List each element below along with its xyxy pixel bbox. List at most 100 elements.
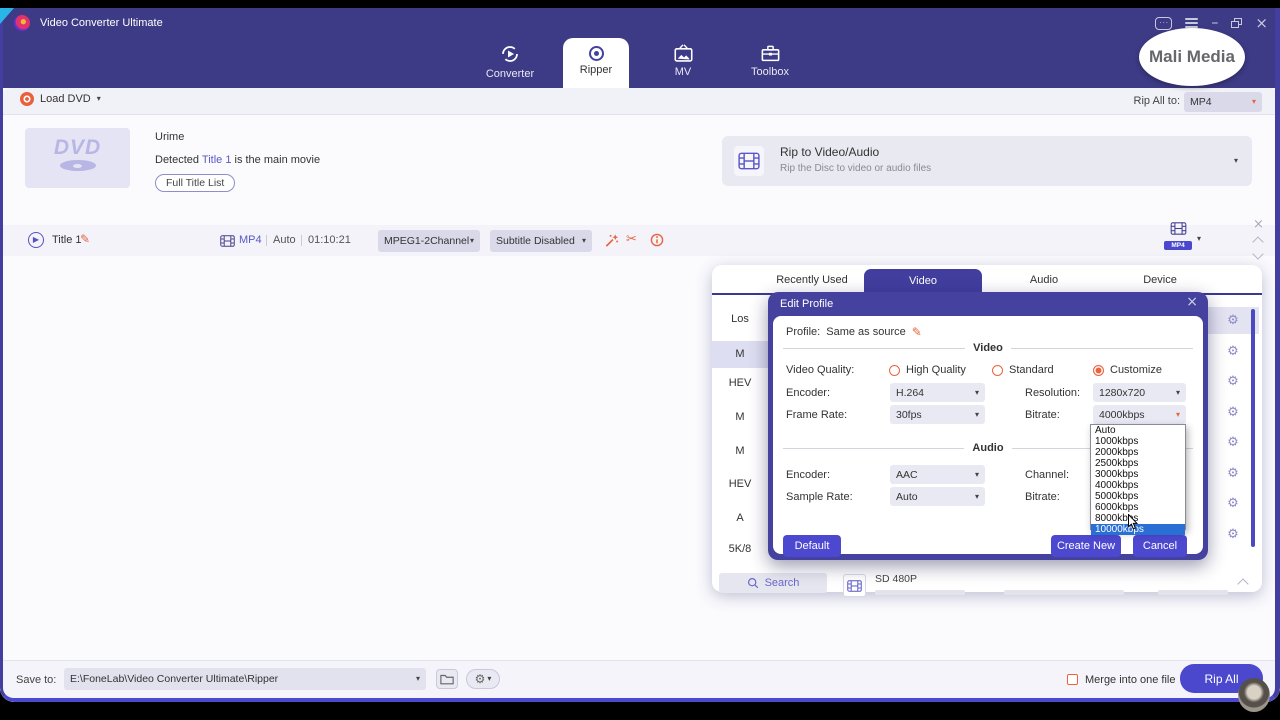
feedback-icon[interactable]: ··· — [1155, 17, 1172, 30]
tab-audio[interactable]: Audio — [1030, 274, 1058, 286]
profile-list-item[interactable]: M — [712, 348, 768, 360]
dropdown-option[interactable]: 8000kbps — [1091, 513, 1185, 524]
app-logo-icon — [14, 15, 30, 31]
visible-profile-name[interactable]: SD 480P — [875, 573, 917, 585]
profile-list-item[interactable]: A — [712, 512, 768, 524]
gear-icon[interactable]: ⚙ — [1213, 496, 1253, 511]
dropdown-option[interactable]: 2000kbps — [1091, 447, 1185, 458]
radio-high-quality-label[interactable]: High Quality — [906, 364, 966, 376]
radio-standard[interactable] — [992, 365, 1003, 376]
edit-pencil-icon[interactable]: ✎ — [80, 233, 90, 245]
cut-scissors-icon[interactable]: ✂ — [626, 233, 637, 246]
merge-checkbox[interactable] — [1067, 674, 1078, 685]
profile-list-item[interactable]: M — [712, 411, 768, 423]
resolution-select[interactable]: 1280x720▾ — [1093, 383, 1186, 402]
chevron-down-icon: ▾ — [1176, 411, 1180, 419]
restore-button[interactable] — [1231, 18, 1242, 28]
tab-converter[interactable]: Converter — [470, 42, 550, 80]
tab-ripper[interactable]: Ripper — [556, 42, 636, 76]
frame-rate-select[interactable]: 30fps▾ — [890, 405, 985, 424]
full-title-list-button[interactable]: Full Title List — [155, 174, 235, 192]
rip-all-to-label: Rip All to: — [1134, 95, 1180, 107]
profile-list-item[interactable]: HEV — [712, 377, 768, 389]
gear-icon[interactable]: ⚙ — [1213, 435, 1253, 450]
watermark-logo: Mali Media — [1139, 28, 1245, 86]
cancel-button[interactable]: Cancel — [1133, 535, 1187, 557]
dropdown-option[interactable]: 3000kbps — [1091, 469, 1185, 480]
tab-video[interactable]: Video — [864, 269, 982, 293]
bottom-bar: Save to: E:\FoneLab\Video Converter Ulti… — [0, 660, 1280, 702]
tab-recently-used[interactable]: Recently Used — [776, 274, 848, 286]
open-folder-button[interactable] — [436, 669, 458, 689]
profile-list-item[interactable]: M — [712, 445, 768, 457]
gear-icon[interactable]: ⚙ — [1213, 313, 1253, 328]
close-button[interactable]: × — [1255, 16, 1268, 31]
bitrate-select[interactable]: 4000kbps▾ — [1093, 405, 1186, 424]
gear-icon[interactable]: ⚙ — [1213, 527, 1253, 542]
edit-wand-icon[interactable] — [604, 233, 619, 248]
chevron-down-icon: ▾ — [487, 675, 491, 683]
rip-all-format-select[interactable]: MP4 ▾ — [1184, 92, 1262, 112]
radio-customize[interactable] — [1093, 365, 1104, 376]
film-strip-icon — [220, 235, 235, 247]
rip-mode-title: Rip to Video/Audio — [780, 145, 879, 159]
separator — [301, 235, 302, 246]
dropdown-option[interactable]: Auto — [1091, 425, 1185, 436]
profile-list-item[interactable]: Los — [712, 313, 768, 325]
encoder-select[interactable]: H.264▾ — [890, 383, 985, 402]
dropdown-option[interactable]: 4000kbps — [1091, 480, 1185, 491]
dropdown-option[interactable]: 1000kbps — [1091, 436, 1185, 447]
title-link[interactable]: Title 1 — [202, 154, 232, 166]
panel-close-icon[interactable]: × — [1253, 218, 1264, 231]
chevron-down-icon: ▾ — [1234, 157, 1238, 165]
profile-list-item[interactable]: 5K/8 — [712, 543, 768, 555]
sample-rate-select[interactable]: Auto▾ — [890, 487, 985, 506]
dropdown-option-selected[interactable]: 10000kbps — [1091, 524, 1185, 535]
dropdown-option[interactable]: 2500kbps — [1091, 458, 1185, 469]
film-strip-icon — [734, 146, 764, 176]
dvd-badge: DVD — [25, 136, 130, 160]
tab-device[interactable]: Device — [1143, 274, 1177, 286]
radio-customize-label[interactable]: Customize — [1110, 364, 1162, 376]
video-section-divider: Video — [783, 342, 1193, 354]
tab-toolbox[interactable]: Toolbox — [730, 42, 810, 78]
blurred-text — [875, 590, 965, 595]
tab-mv[interactable]: MV — [643, 42, 723, 78]
output-format-button[interactable]: MP4 — [1164, 222, 1192, 250]
menu-icon[interactable] — [1185, 18, 1198, 28]
avatar — [1238, 678, 1270, 712]
chevron-down-icon[interactable]: ▾ — [1197, 235, 1201, 243]
radio-high-quality[interactable] — [889, 365, 900, 376]
gear-icon[interactable]: ⚙ — [1213, 344, 1253, 359]
blurred-text — [1158, 590, 1228, 595]
default-button[interactable]: Default — [783, 535, 841, 557]
minimize-button[interactable]: – — [1211, 16, 1218, 30]
chevron-up-icon[interactable] — [1237, 578, 1248, 589]
edit-pencil-icon[interactable]: ✎ — [912, 326, 922, 338]
ripper-disc-icon — [589, 46, 604, 61]
create-new-button[interactable]: Create New — [1051, 535, 1121, 557]
dropdown-option[interactable]: 6000kbps — [1091, 502, 1185, 513]
scrollbar[interactable] — [1251, 309, 1255, 547]
load-dvd-button[interactable]: Load DVD ▾ — [20, 92, 101, 106]
radio-standard-label[interactable]: Standard — [1009, 364, 1054, 376]
rip-mode-card[interactable]: Rip to Video/Audio Rip the Disc to video… — [722, 136, 1252, 186]
gear-icon[interactable]: ⚙ — [1213, 374, 1253, 389]
gear-icon[interactable]: ⚙ — [1213, 405, 1253, 420]
title-bar: Video Converter Ultimate ··· – × — [0, 8, 1280, 38]
play-icon[interactable]: ▶ — [28, 232, 44, 248]
dropdown-option[interactable]: 5000kbps — [1091, 491, 1185, 502]
search-box[interactable]: Search — [719, 573, 827, 593]
info-icon[interactable] — [650, 233, 664, 247]
settings-button[interactable]: ⚙ ▾ — [466, 669, 500, 689]
audio-track-select[interactable]: MPEG1-2Channel ▾ — [378, 230, 480, 252]
subtitle-select[interactable]: Subtitle Disabled ▾ — [490, 230, 592, 252]
audio-encoder-select[interactable]: AAC▾ — [890, 465, 985, 484]
save-path-select[interactable]: E:\FoneLab\Video Converter Ultimate\Ripp… — [64, 668, 426, 690]
toolbox-icon — [761, 44, 780, 62]
dialog-close-icon[interactable]: × — [1186, 295, 1198, 309]
profile-list-item[interactable]: HEV — [712, 478, 768, 490]
gear-icon[interactable]: ⚙ — [1213, 466, 1253, 481]
merge-label[interactable]: Merge into one file — [1085, 674, 1176, 686]
corner-overlay — [0, 8, 14, 24]
